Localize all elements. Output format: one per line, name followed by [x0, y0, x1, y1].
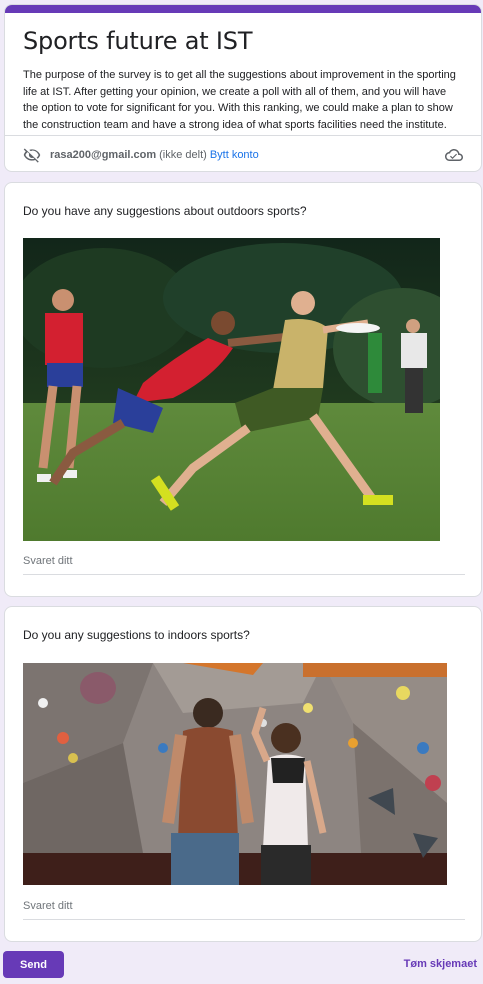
climbing-wall-image — [23, 663, 447, 885]
cloud-icon — [445, 148, 463, 161]
ultimate-frisbee-image — [23, 238, 440, 541]
eye-off-icon — [23, 147, 41, 163]
form-description: The purpose of the survey is to get all … — [23, 69, 456, 131]
clear-form-button[interactable]: Tøm skjemaet — [404, 958, 477, 970]
answer-input-outdoors[interactable]: Svaret ditt — [23, 555, 465, 575]
question-card-indoors: Do you any suggestions to indoors sports… — [4, 606, 482, 942]
switch-account-link[interactable]: Bytt konto — [210, 149, 259, 161]
answer-input-indoors[interactable]: Svaret ditt — [23, 900, 465, 920]
account-email: rasa200@gmail.com — [50, 148, 157, 161]
account-not-shared-note: (ikke delt) — [159, 148, 207, 161]
question-card-outdoors: Do you have any suggestions about outdoo… — [4, 182, 482, 597]
question-title: Do you any suggestions to indoors sports… — [23, 628, 250, 642]
account-row: rasa200@gmail.com (ikke delt) Bytt konto — [5, 135, 481, 171]
question-title: Do you have any suggestions about outdoo… — [23, 204, 307, 218]
form-title: Sports future at IST — [23, 27, 253, 55]
header-accent-bar — [5, 5, 481, 13]
form-header-card: Sports future at IST The purpose of the … — [4, 4, 482, 172]
send-button[interactable]: Send — [3, 951, 64, 978]
form-footer: Send Tøm skjemaet — [0, 946, 483, 984]
